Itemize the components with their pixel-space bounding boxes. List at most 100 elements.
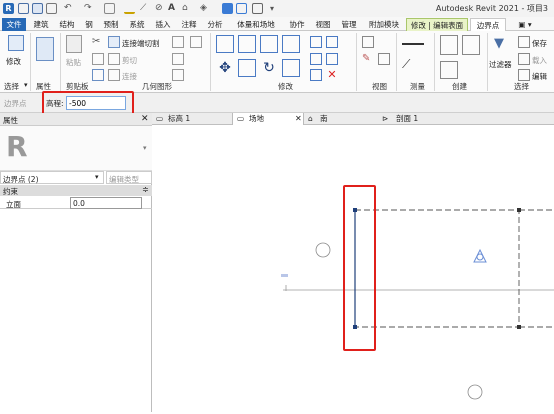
properties-palette: 属性 ✕ R ▾ 边界点 (2) ▾ 编辑类型 约束 ≑ 立面 0.0 (0, 113, 152, 412)
paste-icon[interactable] (66, 35, 82, 53)
tab-analyze[interactable]: 分析 (204, 18, 226, 31)
modify-cursor-icon[interactable] (8, 35, 24, 51)
dimension-icon[interactable]: ⟋ (140, 3, 151, 14)
split-gap-icon[interactable] (326, 36, 338, 48)
tab-structure[interactable]: 结构 (56, 18, 78, 31)
tab-section-1[interactable]: 剖面 1 (396, 113, 418, 125)
split-face-icon[interactable] (190, 36, 202, 48)
mirror-draw-icon[interactable] (282, 35, 300, 53)
undo-icon[interactable]: ↶ (64, 3, 75, 14)
delete-icon[interactable]: ✕ (326, 69, 338, 81)
tab-boundary-point[interactable]: 边界点 (470, 18, 506, 31)
tab-view[interactable]: 视图 (312, 18, 334, 31)
open-icon[interactable] (18, 3, 29, 14)
aligned-dimension-icon[interactable]: ⟋ (402, 57, 424, 71)
demolish-icon[interactable] (172, 69, 184, 81)
tab-addins[interactable]: 附加模块 (364, 18, 404, 31)
section-icon[interactable]: ◈ (200, 3, 211, 14)
measure-distance-icon[interactable] (402, 37, 424, 45)
copy-icon[interactable] (92, 53, 104, 65)
tab-insert[interactable]: 插入 (152, 18, 174, 31)
tab-massing-site[interactable]: 体量和场地 (230, 18, 282, 31)
hide-element-icon[interactable] (362, 36, 374, 48)
close-properties-icon[interactable]: ✕ (141, 114, 149, 124)
override-graphics-icon[interactable]: ✎ (362, 53, 374, 65)
save-icon[interactable] (32, 3, 43, 14)
linework-icon[interactable] (378, 53, 390, 65)
match-type-icon[interactable] (92, 69, 104, 81)
tab-manage[interactable]: 管理 (338, 18, 360, 31)
tab-steel[interactable]: 钢 (82, 18, 96, 31)
close-hidden-icon[interactable] (236, 3, 247, 14)
mirror-axis-icon[interactable] (260, 35, 278, 53)
edit-selection-icon[interactable] (518, 69, 530, 81)
measure-icon[interactable] (124, 3, 135, 14)
create-assembly-icon[interactable] (440, 35, 458, 55)
tab-modify-edit-surface[interactable]: 修改 | 编辑表面 (406, 18, 468, 31)
tab-collaborate[interactable]: 协作 (286, 18, 308, 31)
join-cut-icon[interactable] (108, 36, 120, 48)
tab-precast[interactable]: 预制 (100, 18, 122, 31)
elevation-marker-west (315, 242, 331, 258)
join-label[interactable]: 连接 (122, 71, 137, 82)
print-icon[interactable] (104, 3, 115, 14)
type-selector[interactable]: 边界点 (2) ▾ (0, 171, 104, 184)
tab-file[interactable]: 文件 (2, 18, 26, 31)
tab-architecture[interactable]: 建筑 (30, 18, 52, 31)
ribbon-display-toggle[interactable]: ▣ ▾ (514, 18, 536, 31)
tab-annotate[interactable]: 注释 (178, 18, 200, 31)
scale-icon[interactable] (326, 53, 338, 65)
tab-level-1[interactable]: 标高 1 (168, 113, 190, 125)
type-dropdown-icon[interactable]: ▾ (143, 144, 147, 152)
wall-join-icon[interactable] (172, 36, 184, 48)
tab-site-active[interactable]: ▭ 场地 ✕ (232, 113, 304, 125)
array-icon[interactable] (310, 53, 322, 65)
panel-label-select[interactable]: 选择 (4, 81, 19, 92)
property-value-elevation[interactable]: 0.0 (70, 197, 142, 209)
move-icon[interactable]: ✥ (216, 59, 234, 77)
trim-icon[interactable] (282, 59, 300, 77)
load-selection-icon[interactable] (518, 53, 530, 65)
revit-logo-icon[interactable]: R (3, 3, 14, 14)
switch-windows-icon[interactable] (252, 3, 263, 14)
cut-label[interactable]: 剪切 (122, 55, 137, 66)
rotate-icon[interactable]: ↻ (260, 59, 278, 77)
customize-qat-icon[interactable]: ▾ (270, 3, 281, 14)
align-icon[interactable] (216, 35, 234, 53)
offset-icon[interactable] (238, 35, 256, 53)
tag-icon[interactable]: ⊘ (155, 3, 166, 14)
collapse-icon: ≑ (142, 185, 149, 194)
save-selection-icon[interactable] (518, 36, 530, 48)
text-icon[interactable]: A (168, 3, 179, 14)
edit-type-button[interactable]: 编辑类型 (106, 171, 152, 184)
pin-icon[interactable] (310, 69, 322, 81)
thin-lines-icon[interactable] (222, 3, 233, 14)
split-icon[interactable] (310, 36, 322, 48)
select-dropdown-icon[interactable]: ▾ (24, 81, 28, 89)
load-selection-label[interactable]: 载入 (532, 55, 547, 66)
cut-icon[interactable]: ✂ (92, 36, 104, 48)
save-selection-label[interactable]: 保存 (532, 38, 547, 49)
edit-selection-label[interactable]: 编辑 (532, 71, 547, 82)
survey-point-icon (473, 248, 487, 263)
tab-south[interactable]: 南 (320, 113, 328, 125)
filter-label[interactable]: 过滤器 (489, 59, 512, 70)
constraints-group[interactable]: 约束 ≑ (0, 185, 152, 196)
close-tab-icon[interactable]: ✕ (295, 113, 302, 125)
cut-geometry-icon[interactable] (108, 53, 120, 65)
paste-label[interactable]: 粘贴 (66, 57, 81, 68)
paint-icon[interactable] (172, 53, 184, 65)
modify-button-label[interactable]: 修改 (6, 56, 21, 67)
copy-element-icon[interactable] (238, 59, 256, 77)
create-parts-icon[interactable] (462, 35, 480, 55)
join-geometry-icon[interactable] (108, 69, 120, 81)
filter-icon[interactable]: ▼ (494, 37, 508, 51)
create-group-icon[interactable] (440, 61, 458, 79)
properties-icon[interactable] (36, 37, 54, 61)
tab-systems[interactable]: 系统 (126, 18, 148, 31)
sync-icon[interactable] (46, 3, 57, 14)
redo-icon[interactable]: ↷ (84, 3, 95, 14)
3d-view-icon[interactable]: ⌂ (182, 3, 193, 14)
join-cut-label[interactable]: 连接端切割 (122, 38, 160, 49)
drawing-canvas[interactable] (153, 125, 554, 412)
